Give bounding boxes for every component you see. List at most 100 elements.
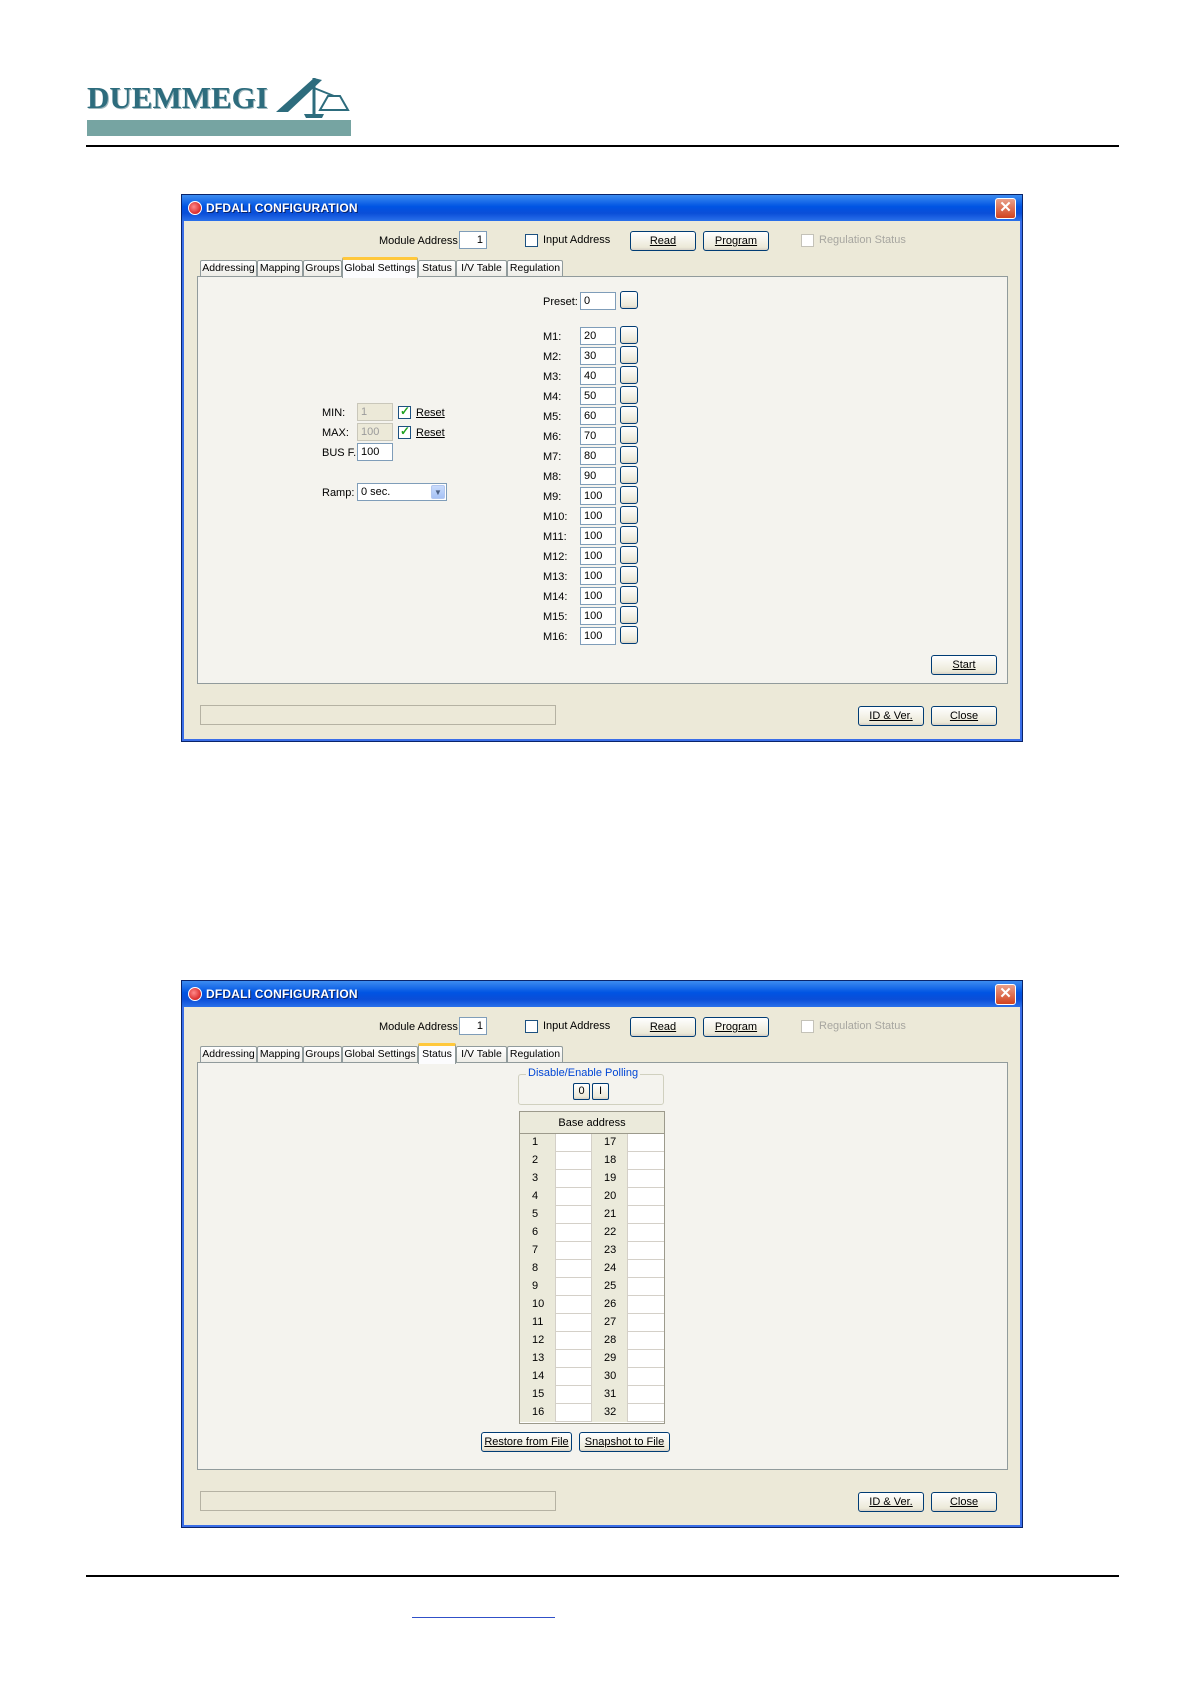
tab-iv-table[interactable]: I/V Table bbox=[456, 260, 507, 277]
status-cell[interactable] bbox=[628, 1296, 664, 1314]
memory-set-button[interactable] bbox=[620, 526, 638, 544]
memory-input[interactable]: 30 bbox=[580, 347, 616, 365]
status-cell[interactable] bbox=[628, 1404, 664, 1422]
start-button[interactable]: Start bbox=[931, 655, 997, 675]
memory-input[interactable]: 100 bbox=[580, 567, 616, 585]
memory-set-button[interactable] bbox=[620, 566, 638, 584]
module-address-input[interactable]: 1 bbox=[459, 231, 487, 249]
memory-set-button[interactable] bbox=[620, 466, 638, 484]
input-address-checkbox[interactable] bbox=[525, 1020, 538, 1033]
memory-set-button[interactable] bbox=[620, 346, 638, 364]
close-icon[interactable]: ✕ bbox=[995, 984, 1016, 1005]
memory-input[interactable]: 60 bbox=[580, 407, 616, 425]
tab-addressing[interactable]: Addressing bbox=[200, 1046, 257, 1063]
status-cell[interactable] bbox=[556, 1296, 592, 1314]
close-icon[interactable]: ✕ bbox=[995, 198, 1016, 219]
memory-set-button[interactable] bbox=[620, 506, 638, 524]
memory-input[interactable]: 80 bbox=[580, 447, 616, 465]
memory-input[interactable]: 100 bbox=[580, 587, 616, 605]
tab-global-settings[interactable]: Global Settings bbox=[342, 1046, 418, 1063]
snapshot-to-file-button[interactable]: Snapshot to File bbox=[579, 1432, 670, 1452]
memory-set-button[interactable] bbox=[620, 586, 638, 604]
status-cell[interactable] bbox=[556, 1278, 592, 1296]
min-reset-checkbox[interactable] bbox=[398, 404, 411, 419]
memory-set-button[interactable] bbox=[620, 426, 638, 444]
tab-status[interactable]: Status bbox=[418, 1043, 456, 1064]
read-button[interactable]: Read bbox=[630, 1017, 696, 1037]
tab-groups[interactable]: Groups bbox=[303, 1046, 342, 1063]
id-ver-button[interactable]: ID & Ver. bbox=[858, 706, 924, 726]
status-cell[interactable] bbox=[556, 1224, 592, 1242]
memory-input[interactable]: 100 bbox=[580, 547, 616, 565]
status-cell[interactable] bbox=[556, 1332, 592, 1350]
tab-addressing[interactable]: Addressing bbox=[200, 260, 257, 277]
close-button[interactable]: Close bbox=[931, 1492, 997, 1512]
memory-set-button[interactable] bbox=[620, 446, 638, 464]
status-cell[interactable] bbox=[628, 1368, 664, 1386]
tab-regulation[interactable]: Regulation bbox=[507, 1046, 563, 1063]
status-cell[interactable] bbox=[556, 1314, 592, 1332]
memory-set-button[interactable] bbox=[620, 386, 638, 404]
status-cell[interactable] bbox=[556, 1350, 592, 1368]
memory-input[interactable]: 20 bbox=[580, 327, 616, 345]
status-cell[interactable] bbox=[556, 1152, 592, 1170]
status-cell[interactable] bbox=[628, 1350, 664, 1368]
memory-input[interactable]: 100 bbox=[580, 487, 616, 505]
status-cell[interactable] bbox=[556, 1170, 592, 1188]
status-cell[interactable] bbox=[628, 1152, 664, 1170]
program-button[interactable]: Program bbox=[703, 231, 769, 251]
tab-groups[interactable]: Groups bbox=[303, 260, 342, 277]
program-button[interactable]: Program bbox=[703, 1017, 769, 1037]
tab-mapping[interactable]: Mapping bbox=[257, 1046, 303, 1063]
footer-link-underline[interactable] bbox=[412, 1617, 555, 1618]
memory-set-button[interactable] bbox=[620, 366, 638, 384]
read-button[interactable]: Read bbox=[630, 231, 696, 251]
memory-set-button[interactable] bbox=[620, 486, 638, 504]
status-cell[interactable] bbox=[628, 1332, 664, 1350]
memory-set-button[interactable] bbox=[620, 406, 638, 424]
module-address-input[interactable]: 1 bbox=[459, 1017, 487, 1035]
tab-mapping[interactable]: Mapping bbox=[257, 260, 303, 277]
status-cell[interactable] bbox=[628, 1170, 664, 1188]
close-button[interactable]: Close bbox=[931, 706, 997, 726]
memory-input[interactable]: 100 bbox=[580, 507, 616, 525]
restore-from-file-button[interactable]: Restore from File bbox=[481, 1432, 572, 1452]
memory-input[interactable]: 100 bbox=[580, 627, 616, 645]
status-cell[interactable] bbox=[556, 1134, 592, 1152]
memory-set-button[interactable] bbox=[620, 546, 638, 564]
status-cell[interactable] bbox=[628, 1224, 664, 1242]
tab-global-settings[interactable]: Global Settings bbox=[342, 257, 418, 278]
status-cell[interactable] bbox=[556, 1386, 592, 1404]
memory-set-button[interactable] bbox=[620, 326, 638, 344]
status-cell[interactable] bbox=[556, 1260, 592, 1278]
memory-input[interactable]: 100 bbox=[580, 607, 616, 625]
memory-input[interactable]: 70 bbox=[580, 427, 616, 445]
ramp-select[interactable]: 0 sec. ▼ bbox=[357, 483, 447, 501]
memory-set-button[interactable] bbox=[620, 606, 638, 624]
tab-iv-table[interactable]: I/V Table bbox=[456, 1046, 507, 1063]
max-reset-checkbox[interactable] bbox=[398, 424, 411, 439]
status-cell[interactable] bbox=[556, 1206, 592, 1224]
status-cell[interactable] bbox=[628, 1206, 664, 1224]
memory-input[interactable]: 50 bbox=[580, 387, 616, 405]
status-cell[interactable] bbox=[556, 1188, 592, 1206]
status-cell[interactable] bbox=[556, 1242, 592, 1260]
memory-input[interactable]: 90 bbox=[580, 467, 616, 485]
status-cell[interactable] bbox=[628, 1188, 664, 1206]
status-cell[interactable] bbox=[628, 1260, 664, 1278]
status-cell[interactable] bbox=[628, 1314, 664, 1332]
memory-input[interactable]: 40 bbox=[580, 367, 616, 385]
polling-enable-button[interactable]: I bbox=[592, 1083, 609, 1100]
status-cell[interactable] bbox=[556, 1404, 592, 1422]
status-cell[interactable] bbox=[628, 1278, 664, 1296]
status-cell[interactable] bbox=[628, 1242, 664, 1260]
bus-f-input[interactable]: 100 bbox=[357, 443, 393, 461]
status-cell[interactable] bbox=[628, 1386, 664, 1404]
preset-input[interactable]: 0 bbox=[580, 292, 616, 310]
status-cell[interactable] bbox=[556, 1368, 592, 1386]
status-cell[interactable] bbox=[628, 1134, 664, 1152]
input-address-checkbox[interactable] bbox=[525, 234, 538, 247]
tab-status[interactable]: Status bbox=[418, 260, 456, 277]
memory-input[interactable]: 100 bbox=[580, 527, 616, 545]
preset-set-button[interactable] bbox=[620, 291, 638, 309]
